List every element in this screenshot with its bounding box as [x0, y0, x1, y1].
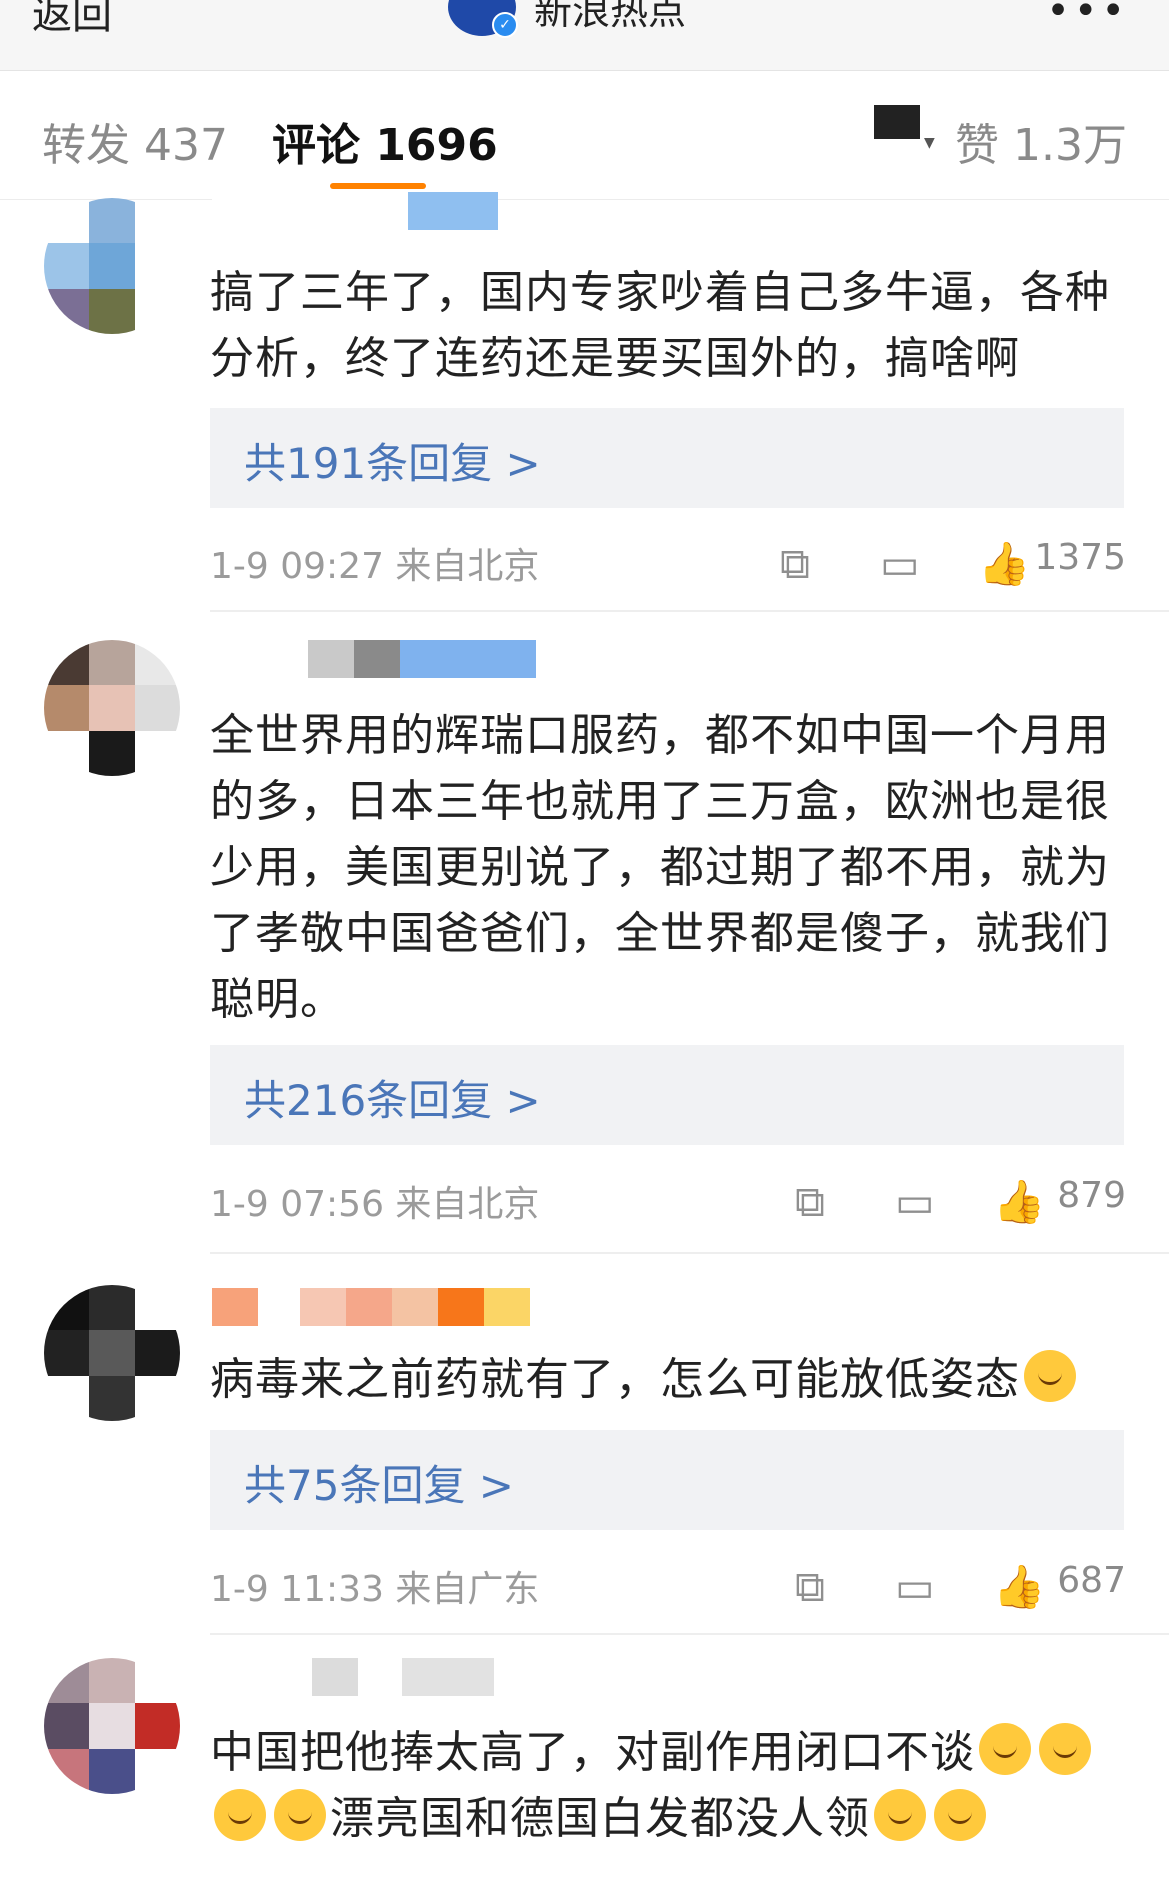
- comment-time: 1-9 09:27 来自北京: [210, 546, 540, 587]
- upside-down-emoji-icon: [874, 1789, 926, 1841]
- replies-link[interactable]: 共216条回复 >: [210, 1045, 1124, 1145]
- account-header[interactable]: ✓ 新浪热点: [448, 0, 687, 38]
- comment-text: 中国把他捧太高了，对副作用闭口不谈 漂亮国和德国白发都没人领: [210, 1720, 1130, 1852]
- avatar[interactable]: [44, 1658, 180, 1794]
- tab-like[interactable]: 赞 1.3万: [955, 109, 1127, 173]
- sort-icon[interactable]: [874, 105, 920, 139]
- comment-meta: 1-9 09:27 来自北京 ⧉ ▭ 👍 1375: [210, 537, 1126, 589]
- comment-text-body: 病毒来之前药就有了，怎么可能放低姿态: [210, 1354, 1020, 1405]
- comment-text: 全世界用的辉瑞口服药，都不如中国一个月用的多，日本三年也就用了三万盒，欧洲也是很…: [210, 710, 1110, 1025]
- replies-link[interactable]: 共75条回复 >: [210, 1430, 1124, 1530]
- sort-caret-icon[interactable]: ▼: [924, 135, 935, 151]
- thumbs-up-icon[interactable]: 👍: [993, 1562, 1045, 1612]
- divider: [210, 1252, 1169, 1254]
- comment-icon[interactable]: ▭: [895, 1177, 935, 1226]
- hearts-emoji-icon: [979, 1723, 1031, 1775]
- divider: [210, 1633, 1169, 1635]
- comment-text: 搞了三年了，国内专家吵着自己多牛逼，各种分析，终了连药还是要买国外的，搞啥啊: [210, 267, 1110, 384]
- active-tab-indicator: [330, 183, 426, 189]
- replies-link[interactable]: 共191条回复 >: [210, 408, 1124, 508]
- share-icon[interactable]: ⧉: [795, 1177, 825, 1227]
- divider: [210, 610, 1169, 612]
- account-avatar: ✓: [448, 0, 518, 38]
- replies-label: 共75条回复 >: [244, 1461, 514, 1510]
- share-icon[interactable]: ⧉: [795, 1562, 825, 1612]
- account-name: 新浪热点: [534, 0, 687, 33]
- like-count[interactable]: 687: [1057, 1560, 1126, 1601]
- comment-icon[interactable]: ▭: [880, 539, 920, 588]
- upside-down-emoji-icon: [934, 1789, 986, 1841]
- username-redacted[interactable]: [212, 1658, 494, 1696]
- upside-down-emoji-icon: [274, 1789, 326, 1841]
- share-icon[interactable]: ⧉: [780, 539, 810, 589]
- comment-time: 1-9 11:33 来自广东: [210, 1569, 540, 1610]
- comment-text-body: 漂亮国和德国白发都没人领: [330, 1793, 870, 1844]
- comment-meta: 1-9 11:33 来自广东 ⧉ ▭ 👍 687: [210, 1560, 1126, 1612]
- like-count[interactable]: 879: [1057, 1175, 1126, 1216]
- avatar[interactable]: [44, 1285, 180, 1421]
- comment-time: 1-9 07:56 来自北京: [210, 1184, 540, 1225]
- tab-comment[interactable]: 评论 1696: [272, 109, 498, 173]
- verified-icon: ✓: [492, 12, 518, 38]
- username-redacted[interactable]: [212, 192, 498, 230]
- more-icon[interactable]: •••: [1046, 0, 1129, 34]
- hearts-emoji-icon: [1039, 1723, 1091, 1775]
- top-nav-bar: 返回 ✓ 新浪热点 •••: [0, 0, 1169, 71]
- comment-tabs: 转发 437 评论 1696 ▼ 赞 1.3万: [0, 71, 1169, 200]
- like-count[interactable]: 1375: [1034, 537, 1126, 578]
- comment-meta: 1-9 07:56 来自北京 ⧉ ▭ 👍 879: [210, 1175, 1126, 1227]
- comment-text: 病毒来之前药就有了，怎么可能放低姿态: [210, 1347, 1130, 1413]
- username-redacted[interactable]: [212, 1288, 530, 1326]
- avatar[interactable]: [44, 198, 180, 334]
- back-button[interactable]: 返回: [32, 0, 112, 40]
- comment-icon[interactable]: ▭: [895, 1562, 935, 1611]
- avatar[interactable]: [44, 640, 180, 776]
- thumbs-up-icon[interactable]: 👍: [993, 1177, 1045, 1227]
- replies-label: 共191条回复 >: [244, 439, 541, 488]
- comment-text-body: 中国把他捧太高了，对副作用闭口不谈: [210, 1727, 975, 1778]
- tab-repost[interactable]: 转发 437: [42, 109, 228, 173]
- username-redacted[interactable]: [212, 640, 536, 678]
- replies-label: 共216条回复 >: [244, 1076, 541, 1125]
- thinking-emoji-icon: [1024, 1350, 1076, 1402]
- upside-down-emoji-icon: [214, 1789, 266, 1841]
- thumbs-up-icon[interactable]: 👍: [978, 539, 1030, 589]
